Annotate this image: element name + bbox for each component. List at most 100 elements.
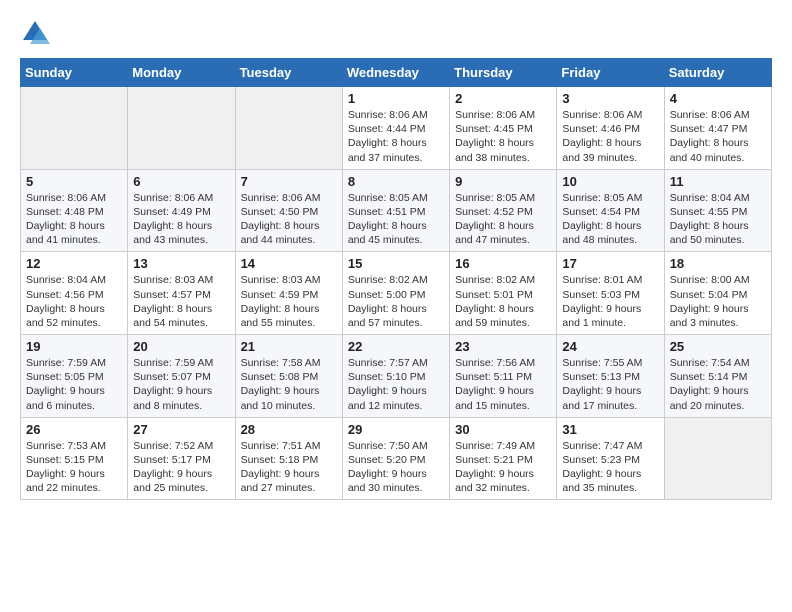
calendar-week: 26Sunrise: 7:53 AM Sunset: 5:15 PM Dayli… [21, 417, 772, 500]
weekday-header: Tuesday [235, 59, 342, 87]
calendar-cell: 30 Sunrise: 7:49 AM Sunset: 5:21 PM Dayli… [450, 417, 557, 500]
day-number: 28 [241, 422, 337, 437]
day-info: Sunrise: 7:52 AM Sunset: 5:17 PM Dayligh… [133, 439, 229, 496]
day-number: 22 [348, 339, 444, 354]
day-number: 10 [562, 174, 658, 189]
day-number: 6 [133, 174, 229, 189]
day-info: Sunrise: 8:06 AM Sunset: 4:44 PM Dayligh… [348, 108, 444, 165]
calendar-week: 1 Sunrise: 8:06 AM Sunset: 4:44 PM Daylig… [21, 87, 772, 170]
day-number: 21 [241, 339, 337, 354]
day-number: 24 [562, 339, 658, 354]
calendar-cell: 17 Sunrise: 8:01 AM Sunset: 5:03 PM Dayli… [557, 252, 664, 335]
calendar-cell [235, 87, 342, 170]
calendar-cell: 26Sunrise: 7:53 AM Sunset: 5:15 PM Dayli… [21, 417, 128, 500]
weekday-header: Sunday [21, 59, 128, 87]
day-info: Sunrise: 8:06 AM Sunset: 4:46 PM Dayligh… [562, 108, 658, 165]
day-number: 12 [26, 256, 122, 271]
day-info: Sunrise: 8:05 AM Sunset: 4:54 PM Dayligh… [562, 191, 658, 248]
page: SundayMondayTuesdayWednesdayThursdayFrid… [0, 0, 792, 510]
day-info: Sunrise: 8:06 AM Sunset: 4:48 PM Dayligh… [26, 191, 122, 248]
day-number: 25 [670, 339, 766, 354]
weekday-header: Monday [128, 59, 235, 87]
calendar-cell: 21 Sunrise: 7:58 AM Sunset: 5:08 PM Dayli… [235, 335, 342, 418]
calendar: SundayMondayTuesdayWednesdayThursdayFrid… [20, 58, 772, 500]
day-info: Sunrise: 7:58 AM Sunset: 5:08 PM Dayligh… [241, 356, 337, 413]
calendar-header: SundayMondayTuesdayWednesdayThursdayFrid… [21, 59, 772, 87]
day-info: Sunrise: 7:47 AM Sunset: 5:23 PM Dayligh… [562, 439, 658, 496]
day-info: Sunrise: 7:59 AM Sunset: 5:05 PM Dayligh… [26, 356, 122, 413]
day-number: 16 [455, 256, 551, 271]
day-info: Sunrise: 8:03 AM Sunset: 4:57 PM Dayligh… [133, 273, 229, 330]
calendar-cell: 16 Sunrise: 8:02 AM Sunset: 5:01 PM Dayli… [450, 252, 557, 335]
calendar-cell: 12 Sunrise: 8:04 AM Sunset: 4:56 PM Dayli… [21, 252, 128, 335]
calendar-week: 12 Sunrise: 8:04 AM Sunset: 4:56 PM Dayli… [21, 252, 772, 335]
day-number: 30 [455, 422, 551, 437]
weekday-header: Friday [557, 59, 664, 87]
calendar-cell: 18 Sunrise: 8:00 AM Sunset: 5:04 PM Dayli… [664, 252, 771, 335]
weekday-row: SundayMondayTuesdayWednesdayThursdayFrid… [21, 59, 772, 87]
day-info: Sunrise: 8:04 AM Sunset: 4:56 PM Dayligh… [26, 273, 122, 330]
calendar-cell: 20 Sunrise: 7:59 AM Sunset: 5:07 PM Dayli… [128, 335, 235, 418]
day-number: 9 [455, 174, 551, 189]
day-info: Sunrise: 8:06 AM Sunset: 4:47 PM Dayligh… [670, 108, 766, 165]
day-info: Sunrise: 8:06 AM Sunset: 4:45 PM Dayligh… [455, 108, 551, 165]
day-number: 14 [241, 256, 337, 271]
day-number: 17 [562, 256, 658, 271]
calendar-cell: 23Sunrise: 7:56 AM Sunset: 5:11 PM Dayli… [450, 335, 557, 418]
day-info: Sunrise: 7:51 AM Sunset: 5:18 PM Dayligh… [241, 439, 337, 496]
logo [20, 18, 54, 48]
weekday-header: Saturday [664, 59, 771, 87]
calendar-cell: 1 Sunrise: 8:06 AM Sunset: 4:44 PM Daylig… [342, 87, 449, 170]
calendar-cell: 27 Sunrise: 7:52 AM Sunset: 5:17 PM Dayli… [128, 417, 235, 500]
day-number: 18 [670, 256, 766, 271]
calendar-body: 1 Sunrise: 8:06 AM Sunset: 4:44 PM Daylig… [21, 87, 772, 500]
calendar-cell: 13Sunrise: 8:03 AM Sunset: 4:57 PM Dayli… [128, 252, 235, 335]
calendar-cell: 11Sunrise: 8:04 AM Sunset: 4:55 PM Dayli… [664, 169, 771, 252]
day-info: Sunrise: 8:02 AM Sunset: 5:00 PM Dayligh… [348, 273, 444, 330]
day-info: Sunrise: 8:03 AM Sunset: 4:59 PM Dayligh… [241, 273, 337, 330]
weekday-header: Thursday [450, 59, 557, 87]
calendar-cell: 28 Sunrise: 7:51 AM Sunset: 5:18 PM Dayli… [235, 417, 342, 500]
calendar-cell: 10 Sunrise: 8:05 AM Sunset: 4:54 PM Dayli… [557, 169, 664, 252]
calendar-cell: 24 Sunrise: 7:55 AM Sunset: 5:13 PM Dayli… [557, 335, 664, 418]
day-info: Sunrise: 7:55 AM Sunset: 5:13 PM Dayligh… [562, 356, 658, 413]
calendar-week: 19 Sunrise: 7:59 AM Sunset: 5:05 PM Dayli… [21, 335, 772, 418]
calendar-cell [21, 87, 128, 170]
day-number: 31 [562, 422, 658, 437]
day-info: Sunrise: 8:05 AM Sunset: 4:51 PM Dayligh… [348, 191, 444, 248]
calendar-cell: 2Sunrise: 8:06 AM Sunset: 4:45 PM Daylig… [450, 87, 557, 170]
day-number: 5 [26, 174, 122, 189]
calendar-week: 5 Sunrise: 8:06 AM Sunset: 4:48 PM Daylig… [21, 169, 772, 252]
header [20, 18, 772, 48]
day-info: Sunrise: 8:02 AM Sunset: 5:01 PM Dayligh… [455, 273, 551, 330]
day-info: Sunrise: 8:00 AM Sunset: 5:04 PM Dayligh… [670, 273, 766, 330]
day-number: 4 [670, 91, 766, 106]
day-number: 27 [133, 422, 229, 437]
weekday-header: Wednesday [342, 59, 449, 87]
calendar-cell: 14 Sunrise: 8:03 AM Sunset: 4:59 PM Dayli… [235, 252, 342, 335]
calendar-cell: 15Sunrise: 8:02 AM Sunset: 5:00 PM Dayli… [342, 252, 449, 335]
day-info: Sunrise: 7:50 AM Sunset: 5:20 PM Dayligh… [348, 439, 444, 496]
day-info: Sunrise: 7:54 AM Sunset: 5:14 PM Dayligh… [670, 356, 766, 413]
calendar-cell: 9 Sunrise: 8:05 AM Sunset: 4:52 PM Daylig… [450, 169, 557, 252]
day-info: Sunrise: 7:59 AM Sunset: 5:07 PM Dayligh… [133, 356, 229, 413]
day-info: Sunrise: 8:01 AM Sunset: 5:03 PM Dayligh… [562, 273, 658, 330]
calendar-cell: 7 Sunrise: 8:06 AM Sunset: 4:50 PM Daylig… [235, 169, 342, 252]
day-number: 20 [133, 339, 229, 354]
day-info: Sunrise: 8:06 AM Sunset: 4:49 PM Dayligh… [133, 191, 229, 248]
calendar-cell: 22 Sunrise: 7:57 AM Sunset: 5:10 PM Dayli… [342, 335, 449, 418]
day-number: 1 [348, 91, 444, 106]
calendar-cell [664, 417, 771, 500]
day-info: Sunrise: 8:06 AM Sunset: 4:50 PM Dayligh… [241, 191, 337, 248]
day-number: 19 [26, 339, 122, 354]
calendar-cell: 25 Sunrise: 7:54 AM Sunset: 5:14 PM Dayli… [664, 335, 771, 418]
day-number: 11 [670, 174, 766, 189]
day-info: Sunrise: 8:05 AM Sunset: 4:52 PM Dayligh… [455, 191, 551, 248]
day-info: Sunrise: 7:53 AM Sunset: 5:15 PM Dayligh… [26, 439, 122, 496]
day-number: 8 [348, 174, 444, 189]
calendar-cell: 31 Sunrise: 7:47 AM Sunset: 5:23 PM Dayli… [557, 417, 664, 500]
day-number: 23 [455, 339, 551, 354]
day-number: 7 [241, 174, 337, 189]
day-info: Sunrise: 7:49 AM Sunset: 5:21 PM Dayligh… [455, 439, 551, 496]
day-info: Sunrise: 7:57 AM Sunset: 5:10 PM Dayligh… [348, 356, 444, 413]
